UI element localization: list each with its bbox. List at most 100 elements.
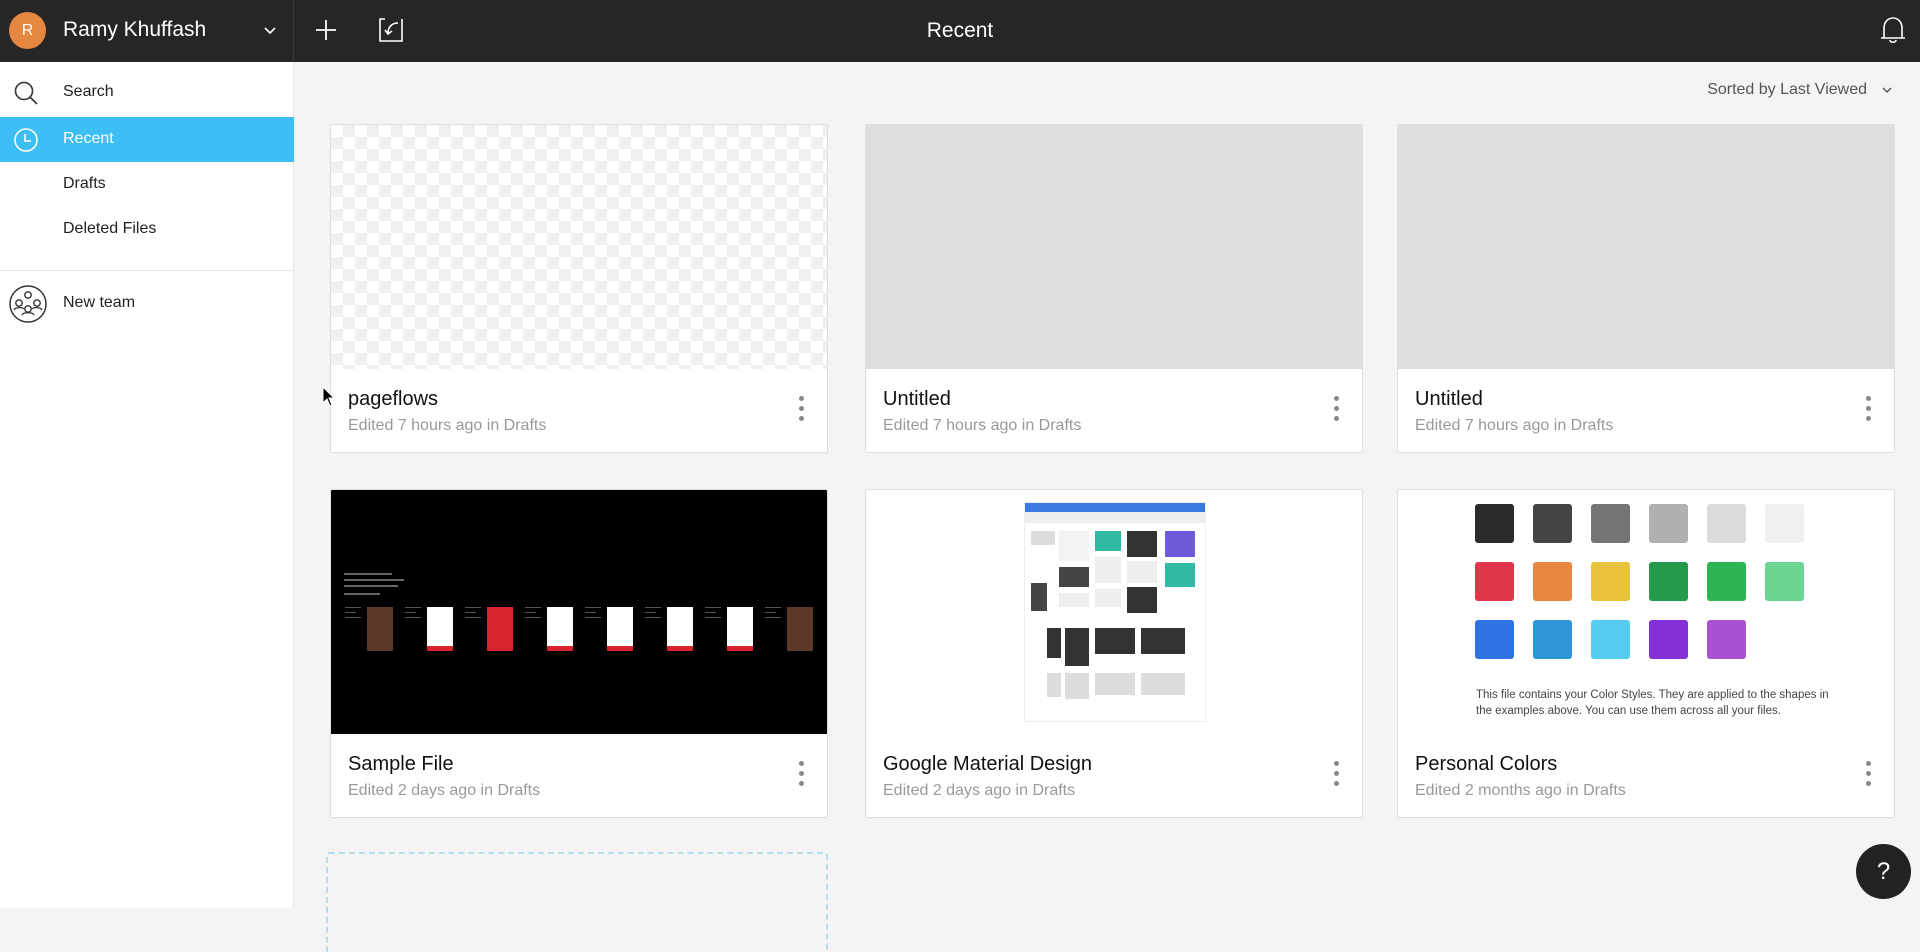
thumbnail-frame bbox=[427, 607, 453, 651]
more-options-icon[interactable] bbox=[1332, 396, 1340, 424]
thumbnail-frame bbox=[367, 607, 393, 651]
thumbnail-frame bbox=[547, 607, 573, 651]
file-subtitle: Edited 7 hours ago in Drafts bbox=[883, 417, 1082, 434]
color-swatch bbox=[1765, 504, 1804, 543]
color-swatch bbox=[1707, 562, 1746, 601]
thumbnail-text-block bbox=[344, 573, 404, 599]
file-title: Untitled bbox=[1415, 388, 1483, 410]
top-bar: R Ramy Khuffash Recent bbox=[0, 0, 1920, 62]
color-swatch bbox=[1533, 620, 1572, 659]
color-swatch bbox=[1649, 562, 1688, 601]
sort-dropdown[interactable]: Sorted by Last Viewed bbox=[1707, 81, 1893, 99]
file-card-untitled[interactable]: Untitled Edited 7 hours ago in Drafts bbox=[865, 124, 1363, 453]
sidebar: Search Recent Drafts Deleted Files New t… bbox=[0, 62, 294, 908]
thumbnail-annotation bbox=[345, 607, 361, 622]
sidebar-item-label: Search bbox=[63, 83, 114, 100]
new-file-dropzone[interactable] bbox=[326, 852, 828, 952]
more-options-icon[interactable] bbox=[1864, 761, 1872, 789]
color-swatch bbox=[1707, 620, 1746, 659]
file-thumbnail bbox=[866, 490, 1362, 734]
page-title: Recent bbox=[926, 19, 994, 42]
sidebar-item-label: Deleted Files bbox=[63, 220, 157, 237]
sort-label: Sorted by Last Viewed bbox=[1707, 81, 1867, 98]
color-swatch bbox=[1591, 562, 1630, 601]
thumbnail-frame bbox=[607, 607, 633, 651]
file-title: pageflows bbox=[348, 388, 439, 410]
thumbnail-block bbox=[1141, 673, 1185, 695]
sidebar-item-drafts[interactable]: Drafts bbox=[0, 162, 294, 207]
file-thumbnail bbox=[1398, 125, 1894, 369]
thumbnail-block bbox=[1047, 628, 1061, 658]
thumbnail-block bbox=[1031, 531, 1055, 545]
thumbnail-app-bar bbox=[1025, 503, 1205, 512]
file-thumbnail bbox=[331, 125, 827, 369]
bell-icon[interactable] bbox=[1878, 14, 1908, 46]
file-title: Sample File bbox=[348, 753, 454, 775]
sidebar-item-recent[interactable]: Recent bbox=[0, 117, 294, 162]
file-title: Google Material Design bbox=[883, 753, 1092, 775]
color-swatch bbox=[1649, 620, 1688, 659]
color-swatch bbox=[1591, 504, 1630, 543]
file-subtitle: Edited 7 hours ago in Drafts bbox=[1415, 417, 1614, 434]
file-subtitle: Edited 2 days ago in Drafts bbox=[348, 782, 541, 799]
color-swatch bbox=[1649, 504, 1688, 543]
color-swatch bbox=[1533, 504, 1572, 543]
color-styles-note: This file contains your Color Styles. Th… bbox=[1476, 689, 1829, 717]
color-swatch bbox=[1765, 562, 1804, 601]
more-options-icon[interactable] bbox=[1864, 396, 1872, 424]
color-swatch bbox=[1533, 562, 1572, 601]
file-thumbnail: This file contains your Color Styles. Th… bbox=[1398, 490, 1894, 734]
thumbnail-frame bbox=[667, 607, 693, 651]
chevron-down-icon bbox=[1882, 87, 1892, 94]
thumbnail-block bbox=[1059, 593, 1089, 607]
thumbnail-block bbox=[1127, 587, 1157, 613]
thumbnail-frame bbox=[727, 607, 753, 651]
thumbnail-frame bbox=[787, 607, 813, 651]
thumbnail-block bbox=[1059, 531, 1089, 561]
file-browser: Sorted by Last Viewed pageflows Edited 7… bbox=[295, 62, 1920, 952]
thumbnail-annotation bbox=[705, 607, 721, 622]
search-icon bbox=[14, 81, 38, 105]
file-card-google-material-design[interactable]: Google Material Design Edited 2 days ago… bbox=[865, 489, 1363, 818]
thumbnail-block bbox=[1141, 628, 1185, 654]
sidebar-item-deleted-files[interactable]: Deleted Files bbox=[0, 207, 294, 252]
color-swatch bbox=[1707, 504, 1746, 543]
thumbnail-annotation bbox=[405, 607, 421, 622]
file-subtitle: Edited 7 hours ago in Drafts bbox=[348, 417, 547, 434]
new-team-label: New team bbox=[63, 294, 136, 311]
more-options-icon[interactable] bbox=[1332, 761, 1340, 789]
file-title: Untitled bbox=[883, 388, 951, 410]
new-team-button[interactable]: New team bbox=[0, 281, 294, 327]
thumbnail-block bbox=[1095, 628, 1135, 654]
color-swatch bbox=[1475, 562, 1514, 601]
file-thumbnail bbox=[866, 125, 1362, 369]
thumbnail-block bbox=[1165, 563, 1195, 587]
file-card-untitled[interactable]: Untitled Edited 7 hours ago in Drafts bbox=[1397, 124, 1895, 453]
thumbnail-subheader bbox=[1025, 512, 1205, 523]
sidebar-item-search[interactable]: Search bbox=[0, 70, 294, 115]
file-subtitle: Edited 2 months ago in Drafts bbox=[1415, 782, 1626, 799]
thumbnail-block bbox=[1059, 567, 1089, 587]
thumbnail-block bbox=[1031, 583, 1047, 611]
thumbnail-block bbox=[1127, 561, 1157, 583]
mouse-cursor-icon bbox=[322, 386, 336, 407]
more-options-icon[interactable] bbox=[797, 761, 805, 789]
more-options-icon[interactable] bbox=[797, 396, 805, 424]
color-swatch bbox=[1475, 620, 1514, 659]
thumbnail-annotation bbox=[645, 607, 661, 622]
file-card-pageflows[interactable]: pageflows Edited 7 hours ago in Drafts bbox=[330, 124, 828, 453]
file-card-sample-file[interactable]: Sample File Edited 2 days ago in Drafts bbox=[330, 489, 828, 818]
color-swatch bbox=[1475, 504, 1514, 543]
thumbnail-block bbox=[1047, 673, 1061, 697]
thumbnail-block bbox=[1095, 557, 1121, 583]
color-swatch bbox=[1591, 620, 1630, 659]
thumbnail-block bbox=[1065, 628, 1089, 666]
help-button[interactable]: ? bbox=[1856, 844, 1911, 899]
sidebar-item-label: Recent bbox=[63, 130, 114, 147]
thumbnail-annotation bbox=[585, 607, 601, 622]
thumbnail-frame bbox=[487, 607, 513, 651]
team-icon bbox=[9, 285, 47, 323]
sidebar-divider bbox=[0, 270, 294, 271]
file-card-personal-colors[interactable]: This file contains your Color Styles. Th… bbox=[1397, 489, 1895, 818]
thumbnail-annotation bbox=[765, 607, 781, 622]
